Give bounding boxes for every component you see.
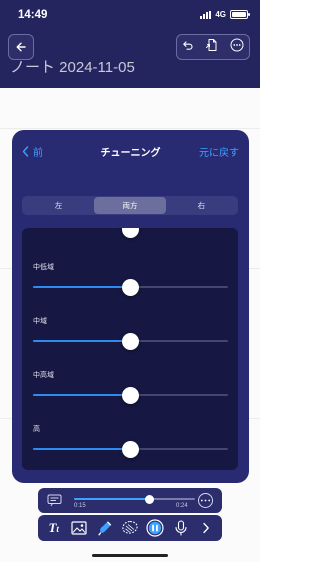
band-slider[interactable]	[33, 386, 228, 404]
band-slider-fill	[33, 286, 131, 288]
band-label: 中低域	[33, 264, 54, 271]
chevron-right-icon	[203, 522, 210, 534]
panel-back-button[interactable]: 前	[22, 144, 43, 159]
band-slider-fill	[33, 394, 131, 396]
total-time: 0:24	[176, 503, 188, 509]
band-label: 中高域	[33, 372, 54, 379]
pen-icon	[97, 521, 111, 536]
playback-knob[interactable]	[144, 494, 154, 504]
band-slider-row: 中域	[22, 296, 238, 350]
band-slider-knob[interactable]	[122, 278, 139, 296]
document-export-icon	[205, 38, 217, 51]
text-format-button[interactable]: Tt	[44, 518, 64, 538]
image-icon	[71, 521, 87, 535]
more-icon	[200, 499, 211, 502]
reset-button[interactable]: 元に戻す	[199, 144, 239, 159]
status-indicators: 4G	[200, 10, 250, 19]
band-slider-knob[interactable]	[122, 386, 139, 404]
playback-scrubber[interactable]	[74, 494, 195, 504]
undo-button[interactable]	[182, 38, 194, 56]
chevron-left-icon	[22, 146, 29, 157]
band-slider-row: 中高域	[22, 350, 238, 404]
pen-button[interactable]	[95, 518, 115, 538]
channel-right[interactable]: 右	[166, 197, 237, 214]
lasso-button[interactable]	[120, 518, 140, 538]
more-icon	[230, 38, 244, 51]
status-bar: 14:49 4G	[0, 0, 260, 30]
top-tool-group	[176, 34, 250, 60]
band-slider-row: 高	[22, 404, 238, 458]
signal-icon	[200, 10, 212, 19]
tuning-panel: チューニング 前 元に戻す 左 両方 右 中低域中域中高域高	[12, 130, 249, 483]
export-button[interactable]	[205, 38, 219, 57]
band-slider[interactable]	[33, 440, 228, 458]
audio-player: 0:15 0:24	[38, 488, 222, 513]
band-slider-knob[interactable]	[122, 332, 139, 350]
channel-selector: 左 両方 右	[22, 196, 238, 215]
player-more-button[interactable]	[198, 493, 213, 508]
network-label: 4G	[215, 10, 226, 19]
band-slider[interactable]	[33, 278, 228, 296]
image-button[interactable]	[69, 518, 89, 538]
home-indicator	[92, 554, 168, 557]
band-slider[interactable]	[33, 332, 228, 350]
band-slider-knob[interactable]	[122, 440, 139, 458]
text-format-icon: Tt	[48, 520, 59, 535]
lasso-icon	[122, 520, 138, 534]
bottom-toolbar: Tt	[38, 515, 222, 541]
toolbar-expand-button[interactable]	[196, 518, 216, 538]
channel-left[interactable]: 左	[23, 197, 94, 214]
band-label: 高	[33, 426, 40, 433]
equalizer-list[interactable]: 中低域 中域 中高域高	[22, 228, 238, 470]
microphone-button[interactable]	[171, 518, 191, 538]
panel-back-label: 前	[33, 148, 43, 159]
band-slider-fill	[33, 448, 131, 450]
band-slider-row: 中低域	[22, 242, 238, 296]
battery-icon	[230, 10, 250, 19]
transcript-button[interactable]	[47, 494, 62, 512]
panel-header: チューニング 前 元に戻す	[12, 130, 249, 170]
audio-record-icon	[146, 519, 164, 537]
slider-knob[interactable]	[122, 228, 139, 238]
status-time: 14:49	[18, 9, 48, 21]
band-slider-fill	[33, 340, 131, 342]
audio-record-button[interactable]	[145, 518, 165, 538]
note-title: ノート 2024-11-05	[10, 59, 135, 76]
undo-icon	[183, 41, 193, 50]
elapsed-time: 0:15	[74, 503, 86, 509]
arrow-left-icon	[16, 42, 26, 52]
transcript-icon	[47, 494, 62, 507]
more-button[interactable]	[230, 38, 244, 57]
channel-both[interactable]: 両方	[94, 197, 166, 214]
band-label: 中域	[33, 318, 47, 325]
microphone-icon	[175, 520, 187, 536]
